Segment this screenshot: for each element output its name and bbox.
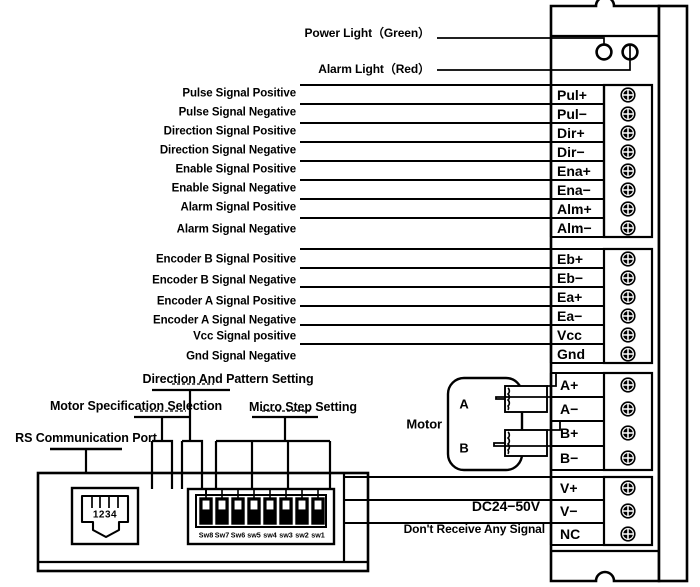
nc-description-label: Don't Receive Any Signal [403, 522, 545, 536]
terminal-pin-ena-negative: Ena− [557, 182, 591, 198]
terminal-pin-ea-positive: Ea+ [557, 289, 583, 305]
dip-switch-7[interactable] [295, 497, 309, 525]
callout-micro-step-setting: Micro Step Setting [249, 399, 357, 414]
dip-switch-3[interactable] [231, 497, 245, 525]
dip-switch-label-5: sw5 [247, 530, 261, 540]
dc-supply-label: DC24−50V [471, 498, 540, 514]
dip-switch-label-1: sw1 [311, 530, 325, 540]
terminal-pin-eb-positive: Eb+ [557, 251, 584, 267]
signal-label-dir-positive: Direction Signal Positive [163, 125, 296, 138]
rj-connector-pin-numbers: 1234 [92, 509, 118, 521]
motor-block-label: Motor [406, 416, 442, 432]
dip-switch-label-2: sw2 [295, 530, 309, 540]
signal-label-eb-positive: Encoder B Signal Positive [155, 253, 296, 266]
alarm-light-label: Alarm Light（Red） [318, 62, 430, 76]
terminal-pin-eb-negative: Eb− [557, 270, 584, 286]
signal-label-dir-negative: Direction Signal Negative [159, 144, 296, 157]
terminal-pin-b-positive: B+ [560, 425, 579, 441]
signal-label-eb-negative: Encoder B Signal Negative [152, 274, 296, 287]
dip-switch-2[interactable] [215, 497, 229, 525]
signal-label-ea-negative: Encoder A Signal Negative [153, 314, 296, 327]
signal-label-alm-positive: Alarm Signal Positive [180, 201, 297, 214]
signal-label-ena-negative: Enable Signal Negative [171, 182, 296, 195]
signal-label-gnd: Gnd Signal Negative [186, 350, 296, 363]
terminal-pin-pul-negative: Pul− [557, 106, 587, 122]
signal-label-pul-negative: Pulse Signal Negative [178, 106, 297, 119]
motor-coil-a-label: A [459, 396, 469, 412]
dip-switch-label-3: sw3 [279, 530, 293, 540]
terminal-pin-a-negative: A− [560, 401, 579, 417]
dip-switch-label-7: Sw7 [214, 530, 230, 540]
power-light-led [595, 43, 613, 61]
signal-label-ea-positive: Encoder A Signal Positive [156, 295, 296, 308]
dip-switch-4[interactable] [247, 497, 261, 525]
signal-label-ena-positive: Enable Signal Positive [175, 163, 296, 176]
terminal-pin-vcc: Vcc [557, 327, 582, 343]
dip-switch-5[interactable] [263, 497, 277, 525]
signal-label-vcc: Vcc Signal positive [193, 330, 296, 343]
signal-label-alm-negative: Alarm Signal Negative [176, 223, 296, 236]
signal-label-pul-positive: Pulse Signal Positive [182, 87, 296, 100]
terminal-pin-gnd: Gnd [557, 346, 585, 362]
dip-switch-label-4: sw4 [263, 530, 277, 540]
terminal-pin-ea-negative: Ea− [557, 308, 583, 324]
terminal-pin-v-positive: V+ [560, 480, 578, 496]
power-light-label: Power Light（Green） [304, 26, 430, 40]
dip-switch-8[interactable] [311, 497, 325, 525]
terminal-pin-dir-positive: Dir+ [557, 125, 585, 141]
terminal-pin-dir-negative: Dir− [557, 144, 585, 160]
wiring-diagram-canvas: Power Light（Green） Alarm Light（Red） Puls… [0, 0, 700, 587]
dip-switch-6[interactable] [279, 497, 293, 525]
terminal-pin-nc: NC [560, 526, 581, 542]
terminal-pin-a-positive: A+ [560, 377, 579, 393]
motor-coil-b-label: B [459, 440, 469, 456]
terminal-pin-pul-positive: Pul+ [557, 87, 587, 103]
terminal-pin-v-negative: V− [560, 503, 578, 519]
terminal-pin-ena-positive: Ena+ [557, 163, 591, 179]
dip-switch-label-8: Sw8 [198, 530, 214, 540]
terminal-pin-alm-positive: Alm+ [557, 201, 592, 217]
callout-direction-and-pattern-setting: Direction And Pattern Setting [142, 371, 314, 386]
dip-switch-1[interactable] [199, 497, 213, 525]
callout-motor-specification-selection: Motor Specification Selection [49, 398, 223, 413]
dip-switch-label-6: Sw6 [230, 530, 246, 540]
callout-rs-communication-port: RS Communication Port [15, 430, 157, 445]
terminal-pin-alm-negative: Alm− [557, 220, 592, 236]
terminal-pin-b-negative: B− [560, 450, 579, 466]
